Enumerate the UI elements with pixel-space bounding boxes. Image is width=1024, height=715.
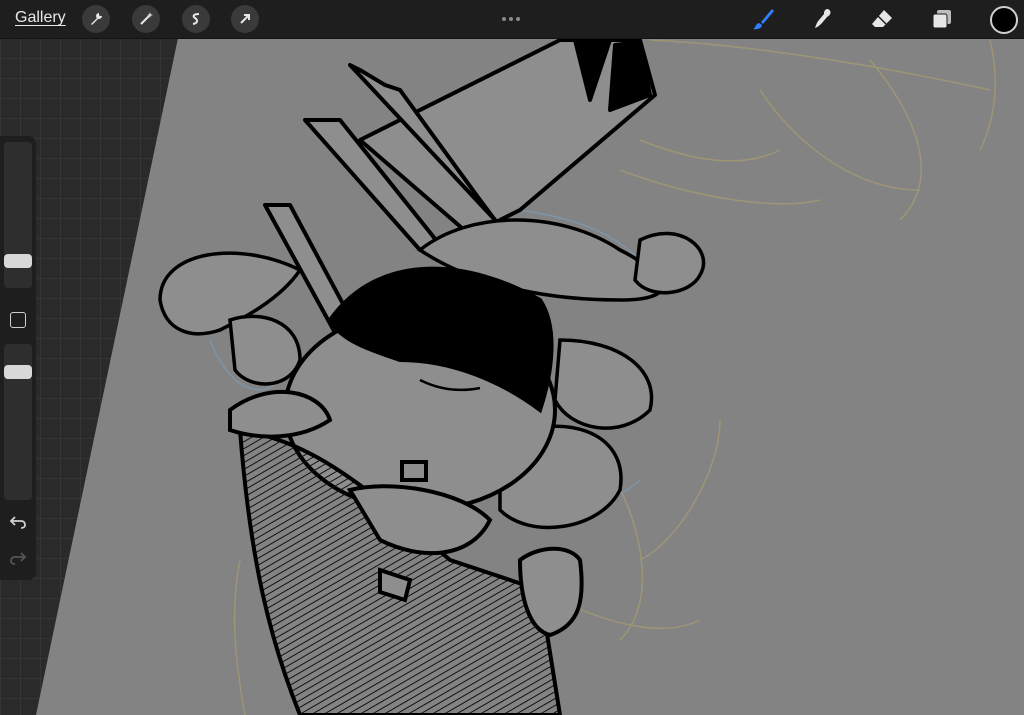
eraser-icon: [872, 10, 892, 27]
drawing-canvas[interactable]: [0, 38, 1024, 715]
transform-button[interactable]: [231, 5, 259, 33]
layers-button[interactable]: [929, 6, 955, 32]
opacity-thumb[interactable]: [4, 365, 32, 380]
smudge-icon: [815, 9, 831, 28]
wrench-icon: [91, 13, 102, 25]
undo-icon[interactable]: [9, 514, 27, 530]
modify-button[interactable]: [10, 312, 26, 328]
gallery-button[interactable]: Gallery: [15, 9, 66, 27]
selection-icon: [192, 13, 200, 25]
color-picker-button[interactable]: [990, 6, 1018, 34]
redo-icon[interactable]: [9, 550, 27, 566]
smudge-tool-button[interactable]: [810, 6, 836, 32]
brush-icon: [753, 9, 774, 30]
left-sidebar: [0, 136, 36, 580]
brush-size-thumb[interactable]: [4, 254, 32, 269]
top-toolbar: Gallery: [0, 0, 1024, 39]
transform-arrow-icon: [240, 14, 250, 24]
paint-tool-button[interactable]: [750, 6, 776, 32]
toolbar-grabber[interactable]: [502, 8, 524, 21]
layers-icon: [932, 10, 951, 29]
actions-button[interactable]: [82, 5, 110, 33]
selection-button[interactable]: [182, 5, 210, 33]
magic-wand-icon: [140, 12, 153, 25]
adjustments-button[interactable]: [132, 5, 160, 33]
eraser-tool-button[interactable]: [869, 6, 895, 32]
